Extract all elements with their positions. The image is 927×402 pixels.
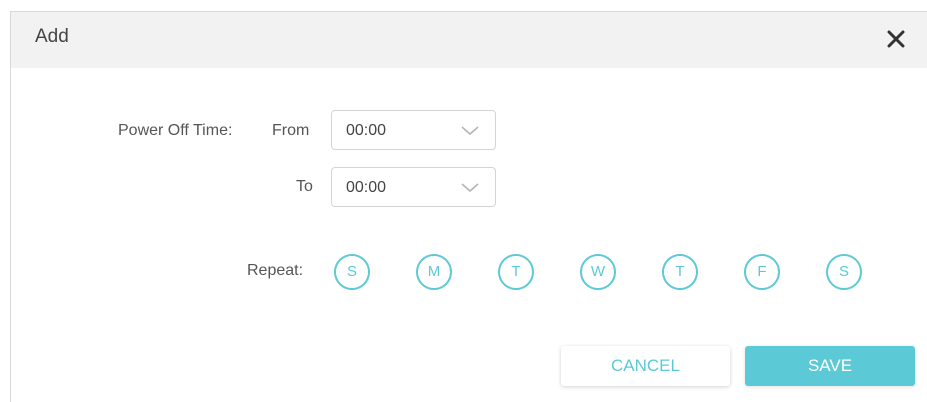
chevron-down-icon bbox=[461, 126, 479, 136]
day-wednesday-toggle[interactable]: W bbox=[580, 254, 616, 290]
from-label: From bbox=[272, 122, 310, 139]
cancel-button[interactable]: CANCEL bbox=[561, 346, 730, 386]
to-label: To bbox=[296, 178, 313, 195]
day-saturday-toggle[interactable]: S bbox=[826, 254, 862, 290]
power-off-time-label: Power Off Time: bbox=[118, 122, 233, 139]
dialog-title: Add bbox=[35, 26, 69, 47]
from-time-value: 00:00 bbox=[346, 122, 387, 139]
day-tuesday-toggle[interactable]: T bbox=[498, 254, 534, 290]
add-dialog: Add Power Off Time: From 00:00 To 00:00 … bbox=[10, 11, 927, 402]
to-time-select[interactable]: 00:00 bbox=[331, 167, 496, 207]
save-button[interactable]: SAVE bbox=[745, 346, 915, 386]
close-icon[interactable] bbox=[883, 26, 909, 52]
day-sunday-toggle[interactable]: S bbox=[334, 254, 370, 290]
day-thursday-toggle[interactable]: T bbox=[662, 254, 698, 290]
day-monday-toggle[interactable]: M bbox=[416, 254, 452, 290]
to-time-value: 00:00 bbox=[346, 179, 387, 196]
dialog-header: Add bbox=[11, 12, 927, 68]
repeat-label: Repeat: bbox=[247, 262, 304, 279]
chevron-down-icon bbox=[461, 183, 479, 193]
day-friday-toggle[interactable]: F bbox=[744, 254, 780, 290]
from-time-select[interactable]: 00:00 bbox=[331, 110, 496, 150]
